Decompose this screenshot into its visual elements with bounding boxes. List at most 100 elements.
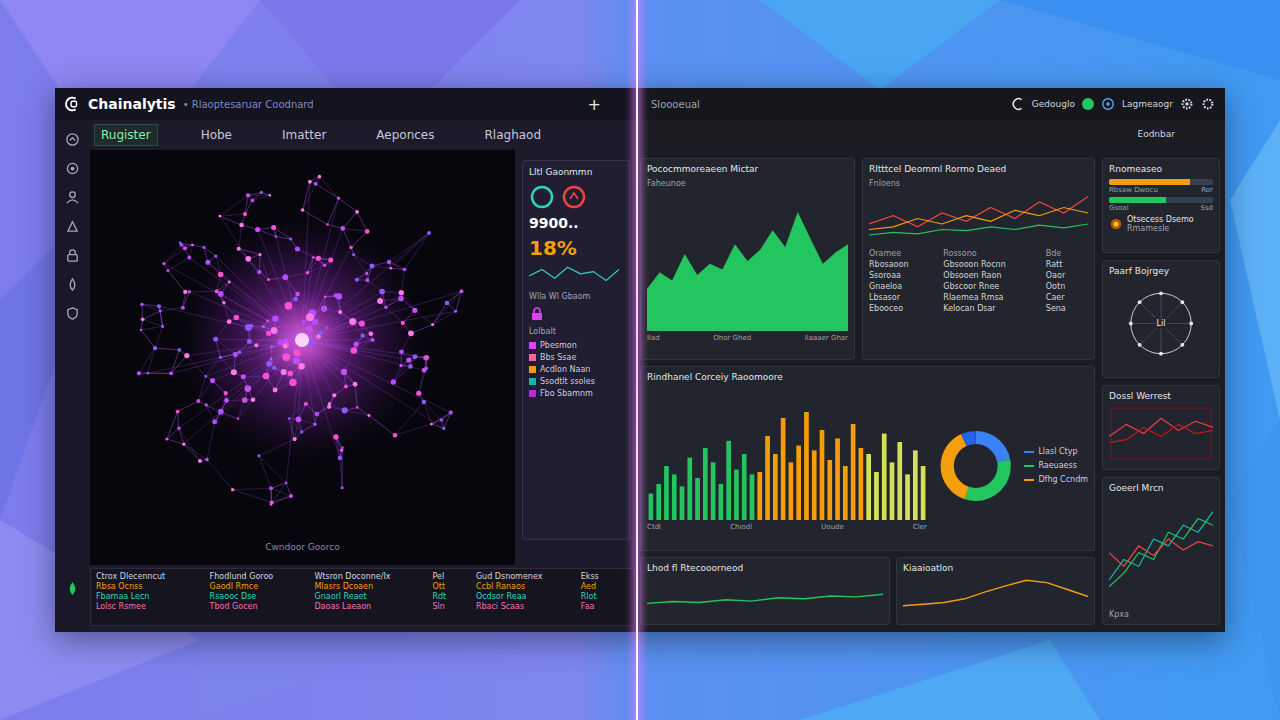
network-node[interactable] <box>239 223 244 228</box>
bar[interactable] <box>897 442 902 520</box>
network-node[interactable] <box>270 357 273 360</box>
bar[interactable] <box>687 458 692 520</box>
bar[interactable] <box>859 448 864 520</box>
network-node[interactable] <box>425 355 430 360</box>
network-node[interactable] <box>359 320 365 326</box>
bar[interactable] <box>835 439 840 521</box>
network-hub[interactable] <box>295 333 309 347</box>
network-node[interactable] <box>430 423 433 426</box>
network-node[interactable] <box>267 278 270 281</box>
user-icon[interactable] <box>1011 97 1025 111</box>
nav-tab[interactable]: Hobe <box>194 124 239 146</box>
network-node[interactable] <box>288 371 294 377</box>
donut-segment[interactable] <box>947 437 1004 494</box>
wallet-icon[interactable] <box>65 161 80 176</box>
bar[interactable] <box>843 466 848 520</box>
network-node[interactable] <box>285 482 288 485</box>
network-node[interactable] <box>176 410 180 414</box>
table-header[interactable]: Ctrox Dlecenncut <box>96 572 206 581</box>
table-header[interactable]: Gud Dsnomenex <box>476 572 577 581</box>
bar-chart[interactable] <box>647 400 927 520</box>
logo-text[interactable]: Chainalytis <box>88 96 176 112</box>
network-node[interactable] <box>398 296 404 302</box>
nav-tab[interactable]: Aeponces <box>369 124 441 146</box>
network-node[interactable] <box>296 416 302 422</box>
network-node[interactable] <box>298 363 304 369</box>
bar[interactable] <box>773 454 778 520</box>
network-node[interactable] <box>140 303 143 306</box>
network-node[interactable] <box>293 437 297 441</box>
network-node[interactable] <box>285 302 293 310</box>
network-node[interactable] <box>181 306 185 310</box>
network-node[interactable] <box>354 342 359 347</box>
network-node[interactable] <box>338 456 343 461</box>
network-node[interactable] <box>302 320 306 324</box>
network-node[interactable] <box>182 443 185 446</box>
network-node[interactable] <box>341 446 344 449</box>
network-node[interactable] <box>342 407 348 413</box>
network-node[interactable] <box>459 289 463 293</box>
donut-segment[interactable] <box>947 437 1004 494</box>
network-node[interactable] <box>454 310 457 313</box>
bar[interactable] <box>905 475 910 521</box>
network-node[interactable] <box>341 486 344 489</box>
network-node[interactable] <box>227 319 232 324</box>
network-node[interactable] <box>365 229 370 234</box>
network-node[interactable] <box>205 458 209 462</box>
table-header[interactable]: Fhodlund Goroo <box>210 572 311 581</box>
network-node[interactable] <box>215 289 219 293</box>
network-node[interactable] <box>218 215 221 218</box>
network-node[interactable] <box>204 375 207 378</box>
network-node[interactable] <box>224 398 229 403</box>
network-node[interactable] <box>289 494 293 498</box>
network-node[interactable] <box>289 379 296 386</box>
network-node[interactable] <box>333 434 338 439</box>
network-node[interactable] <box>319 331 323 335</box>
network-node[interactable] <box>406 357 411 362</box>
network-node[interactable] <box>387 260 391 264</box>
network-node[interactable] <box>313 423 317 427</box>
network-node[interactable] <box>282 353 290 361</box>
network-node[interactable] <box>263 373 270 380</box>
network-node[interactable] <box>306 326 312 332</box>
leaf-icon[interactable] <box>65 581 80 596</box>
network-node[interactable] <box>355 278 359 282</box>
bar[interactable] <box>851 424 856 520</box>
bar[interactable] <box>882 434 887 520</box>
network-node[interactable] <box>269 486 273 490</box>
network-node[interactable] <box>283 344 287 348</box>
risk-chart[interactable] <box>1109 406 1213 461</box>
network-node[interactable] <box>257 270 261 274</box>
bar[interactable] <box>765 436 770 520</box>
gear-icon[interactable] <box>1201 97 1215 111</box>
area-chart[interactable] <box>647 191 848 331</box>
network-node[interactable] <box>270 500 274 504</box>
network-node[interactable] <box>273 388 278 393</box>
nav-tab[interactable]: Rugister <box>94 124 158 146</box>
network-node[interactable] <box>338 310 342 314</box>
network-node[interactable] <box>266 320 269 323</box>
bar[interactable] <box>757 472 762 520</box>
drop-icon[interactable] <box>65 277 80 292</box>
network-node[interactable] <box>306 271 309 274</box>
network-node[interactable] <box>270 345 274 349</box>
network-node[interactable] <box>323 264 326 267</box>
network-node[interactable] <box>318 175 322 179</box>
network-node[interactable] <box>241 374 246 379</box>
network-node[interactable] <box>356 406 358 408</box>
bar[interactable] <box>649 494 654 520</box>
bar[interactable] <box>742 454 747 520</box>
network-node[interactable] <box>427 231 431 235</box>
mini-chart[interactable] <box>903 578 1088 608</box>
network-node[interactable] <box>308 180 312 184</box>
network-node[interactable] <box>234 315 239 320</box>
network-node[interactable] <box>212 419 217 424</box>
network-node[interactable] <box>224 391 228 395</box>
network-node[interactable] <box>340 226 345 231</box>
network-node[interactable] <box>169 371 173 375</box>
network-node[interactable] <box>328 257 333 262</box>
bar[interactable] <box>726 441 731 520</box>
network-node[interactable] <box>328 402 331 405</box>
lines-chart[interactable] <box>1109 498 1213 607</box>
network-node[interactable] <box>282 274 288 280</box>
